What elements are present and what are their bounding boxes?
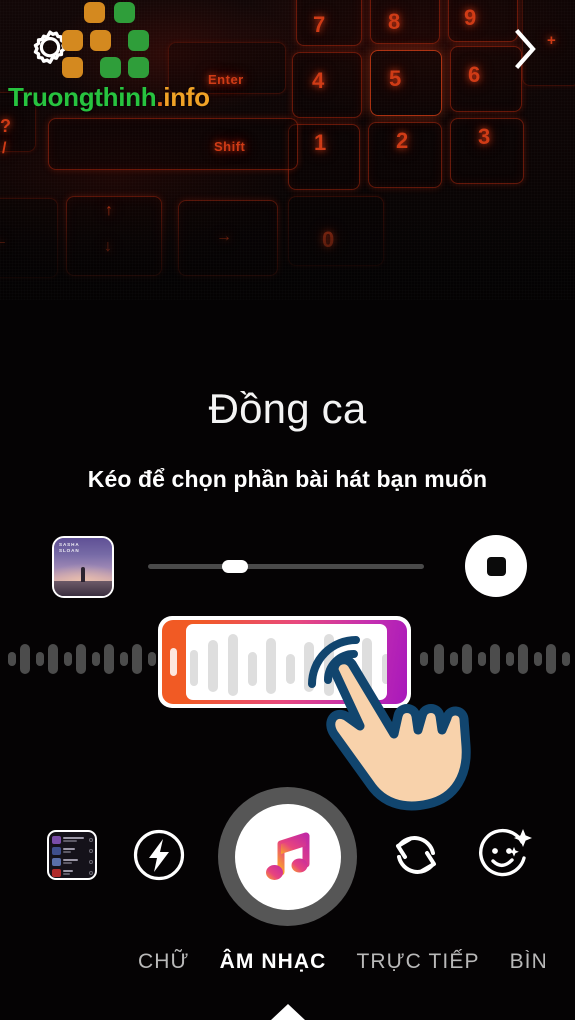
key-label-9: 9 (464, 5, 477, 30)
key-label-2: 2 (396, 128, 409, 153)
shutter-inner (234, 803, 341, 910)
tab-chu[interactable]: CHỮ (138, 950, 190, 974)
keyboard-background-photo: 7 8 9 + 4 5 6 1 2 3 Enter ? / Shift ↑ ↓ (0, 0, 575, 300)
flash-bolt-icon (133, 829, 185, 881)
album-art: SASHA SLOAN (52, 536, 114, 598)
key-label-slash: / (2, 140, 7, 157)
tab-truc-tiep[interactable]: TRỰC TIẾP (356, 950, 479, 974)
mode-tabs: CHỮ ÂM NHẠC TRỰC TIẾP BÌN (0, 950, 575, 974)
rotate-camera-icon (396, 836, 436, 874)
selection-waveform (186, 624, 387, 700)
key-label-8: 8 (388, 9, 401, 34)
next-button[interactable] (503, 22, 549, 76)
playback-slider[interactable] (148, 560, 424, 573)
page-title: Đồng ca (208, 385, 367, 432)
key-label-5: 5 (389, 66, 402, 91)
selection-left-handle[interactable] (170, 648, 177, 676)
stop-button[interactable] (465, 535, 527, 597)
player-row: SASHA SLOAN (0, 535, 575, 606)
music-note-icon (265, 832, 309, 880)
key-label-6: 6 (468, 62, 481, 87)
music-selection-window[interactable] (158, 616, 411, 708)
album-art-line2: SLOAN (59, 547, 80, 553)
background-fade (0, 180, 575, 300)
caret-up-icon (270, 1004, 305, 1020)
shutter-music-button[interactable] (218, 787, 357, 926)
key-label-7: 7 (313, 12, 326, 37)
settings-button[interactable] (22, 21, 78, 77)
album-art-line1: SASHA (59, 542, 80, 547)
story-camera-screen: 7 8 9 + 4 5 6 1 2 3 Enter ? / Shift ↑ ↓ (0, 0, 575, 1020)
key-label-4: 4 (312, 68, 325, 93)
gear-icon (33, 30, 67, 64)
chevron-right-icon (515, 29, 536, 69)
album-art-ground (54, 580, 112, 596)
key-label-3: 3 (478, 124, 491, 149)
flash-button[interactable] (131, 827, 187, 883)
stop-square-icon (486, 556, 506, 576)
smiley-sparkle-icon (479, 828, 532, 877)
gallery-thumbnail[interactable] (47, 830, 97, 880)
album-art-artist: SASHA SLOAN (59, 542, 80, 553)
flip-camera-button[interactable] (388, 828, 444, 882)
playback-slider-thumb[interactable] (222, 560, 248, 573)
tab-binh-thuong[interactable]: BÌN (510, 950, 545, 974)
key-label-shift: Shift (214, 139, 246, 154)
key-label-1: 1 (314, 130, 327, 155)
album-art-figure (81, 567, 85, 583)
key-label-enter: Enter (208, 72, 244, 87)
effects-button[interactable] (473, 824, 533, 884)
tab-am-nhac[interactable]: ÂM NHẠC (220, 950, 327, 974)
page-subtitle: Kéo để chọn phần bài hát bạn muốn (87, 466, 488, 492)
key-label-question: ? (0, 116, 12, 136)
